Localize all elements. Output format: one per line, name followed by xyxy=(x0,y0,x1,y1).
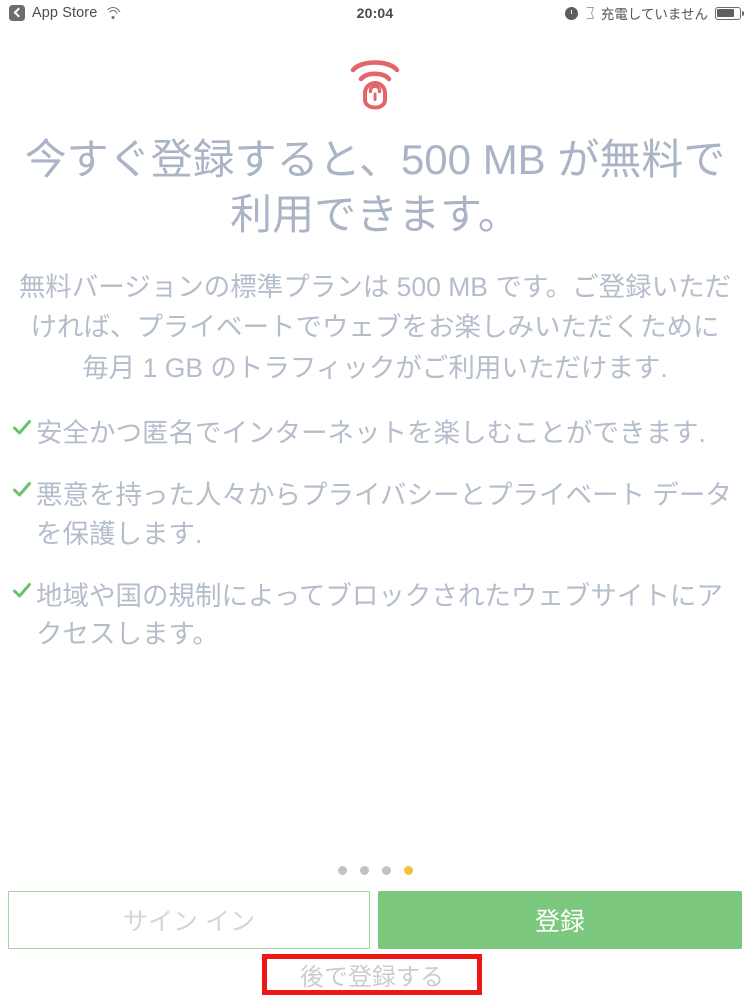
bluetooth-icon xyxy=(585,6,594,20)
wifi-lock-shield-icon xyxy=(347,48,403,110)
sign-in-button[interactable]: サイン イン xyxy=(8,891,370,949)
list-item-label: 安全かつ匿名でインターネットを楽しむことができます. xyxy=(36,414,706,453)
intro-paragraph: 無料バージョンの標準プランは 500 MB です。ご登録いただければ、プライベー… xyxy=(18,267,732,389)
register-button[interactable]: 登録 xyxy=(378,891,742,949)
check-icon xyxy=(12,418,32,444)
pagination-dot-2[interactable] xyxy=(360,866,369,875)
pagination-dot-3[interactable] xyxy=(382,866,391,875)
clock-time: 20:04 xyxy=(357,5,394,21)
battery-status-label: 充電していません xyxy=(601,3,708,23)
register-button-label: 登録 xyxy=(535,902,585,938)
feature-list: 安全かつ匿名でインターネットを楽しむことができます. 悪意を持った人々からプライ… xyxy=(12,414,738,653)
page-title: 今すぐ登録すると、500 MB が無料で利用できます。 xyxy=(18,132,732,243)
alarm-clock-icon xyxy=(565,7,578,20)
list-item: 悪意を持った人々からプライバシーとプライベート データを保護します. xyxy=(12,476,738,553)
pagination-dots xyxy=(0,866,750,875)
list-item-label: 地域や国の規制によってブロックされたウェブサイトにアクセスします。 xyxy=(36,577,738,654)
app-logo-container xyxy=(0,48,750,110)
list-item: 安全かつ匿名でインターネットを楽しむことができます. xyxy=(12,414,738,453)
check-icon xyxy=(12,480,32,506)
action-bar: サイン イン 登録 xyxy=(0,891,750,949)
check-icon xyxy=(12,581,32,607)
sign-in-button-label: サイン イン xyxy=(123,902,255,938)
register-later-highlight-box: 後で登録する xyxy=(262,954,482,995)
status-bar: App Store 20:04 充電していません xyxy=(0,0,750,26)
list-item-label: 悪意を持った人々からプライバシーとプライベート データを保護します. xyxy=(36,476,738,553)
pagination-dot-1[interactable] xyxy=(338,866,347,875)
register-later-link[interactable]: 後で登録する xyxy=(300,957,444,992)
list-item: 地域や国の規制によってブロックされたウェブサイトにアクセスします。 xyxy=(12,577,738,654)
battery-icon xyxy=(715,7,741,20)
status-bar-right: 充電していません xyxy=(565,0,741,26)
pagination-dot-4-active[interactable] xyxy=(404,866,413,875)
